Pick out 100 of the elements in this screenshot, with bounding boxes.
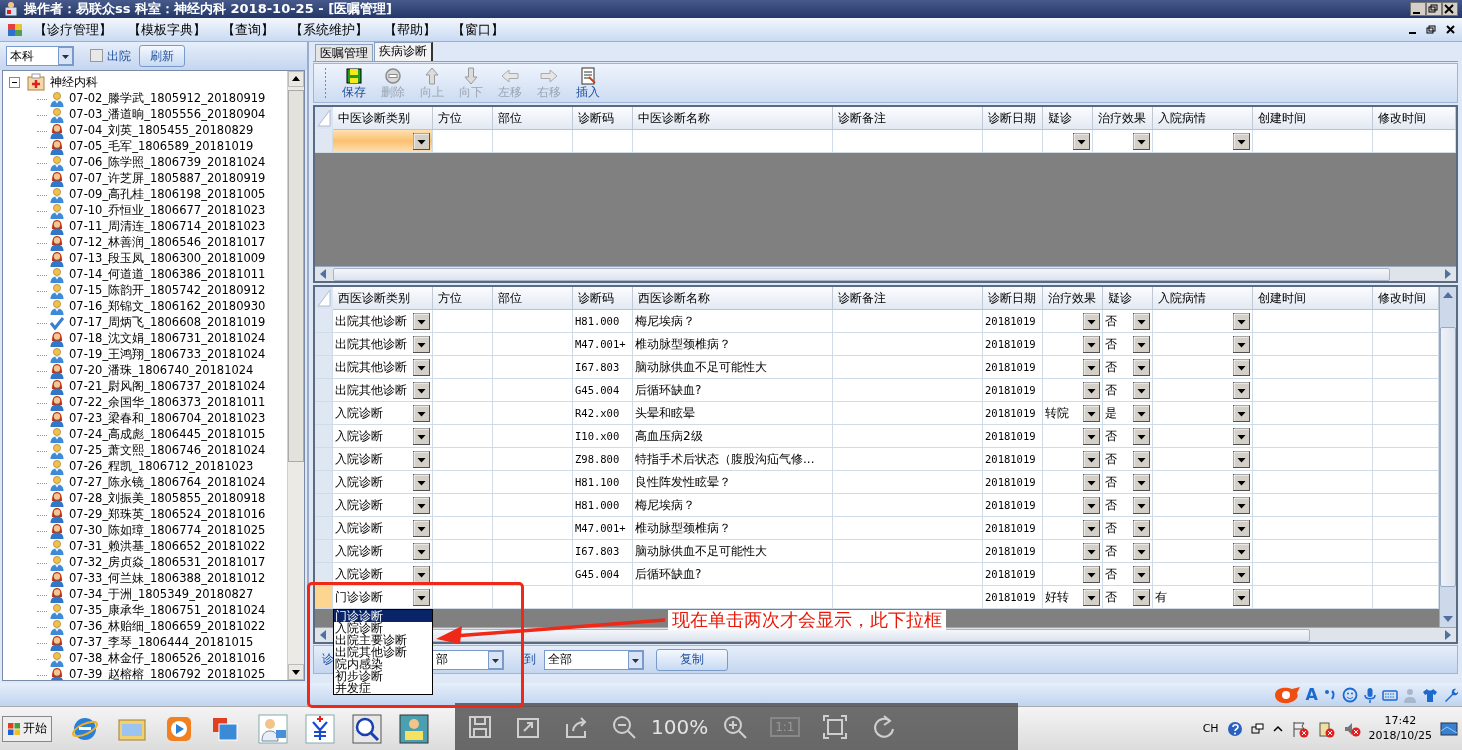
dropdown-button[interactable] bbox=[1083, 450, 1100, 468]
dropdown-button[interactable] bbox=[1073, 132, 1090, 150]
restore-icon[interactable] bbox=[1250, 721, 1265, 736]
dropdown-button[interactable] bbox=[1133, 519, 1150, 537]
tree-item[interactable]: 07-10_乔恒业_1806677_20181023 bbox=[69, 204, 266, 218]
dropdown-button[interactable] bbox=[1083, 404, 1100, 422]
row-header[interactable] bbox=[315, 563, 333, 586]
tree-item[interactable]: 07-05_毛军_1806589_20181019 bbox=[69, 140, 254, 154]
tree-item[interactable]: 07-02_滕学武_1805912_20180919 bbox=[69, 92, 266, 106]
restore-button[interactable] bbox=[1426, 2, 1442, 16]
dropdown-option[interactable]: 门诊诊断 bbox=[334, 610, 432, 622]
dropdown-button[interactable] bbox=[1233, 496, 1250, 514]
dropdown-option[interactable]: 出院主要诊断 bbox=[334, 634, 432, 646]
dropdown-button[interactable] bbox=[1083, 542, 1100, 560]
dropdown-button[interactable] bbox=[1083, 496, 1100, 514]
tree-item[interactable]: 07-38_林金仔_1806526_20181016 bbox=[69, 652, 266, 666]
share-icon[interactable] bbox=[563, 714, 589, 740]
dropdown-button[interactable] bbox=[1233, 427, 1250, 445]
dropdown-button[interactable] bbox=[1133, 381, 1150, 399]
dropdown-button[interactable] bbox=[1083, 519, 1100, 537]
dropdown-button[interactable] bbox=[1083, 335, 1100, 353]
dropdown-menu[interactable]: 门诊诊断 入院诊断 出院主要诊断 出院其他诊断 院内感染 初步诊断 并发症 bbox=[333, 609, 433, 695]
dropdown-button[interactable] bbox=[1083, 312, 1100, 330]
minimize-button[interactable] bbox=[1410, 2, 1426, 16]
checkbox[interactable] bbox=[90, 49, 103, 63]
tree-item[interactable]: 07-34_于洲_1805349_20180827 bbox=[69, 588, 254, 602]
tree-item[interactable]: 07-06_陈学照_1806739_20181024 bbox=[69, 156, 266, 170]
checkbox-label[interactable]: 出院 bbox=[107, 48, 131, 64]
dropdown-button[interactable] bbox=[413, 450, 430, 468]
currency-icon[interactable] bbox=[305, 713, 335, 744]
tree-item[interactable]: 07-36_林贻细_1806659_20181022 bbox=[69, 620, 266, 634]
dropdown-button[interactable] bbox=[1083, 473, 1100, 491]
start-button[interactable]: 开始 bbox=[2, 715, 52, 742]
tree-item[interactable]: 07-07_许芝屏_1805887_20180919 bbox=[69, 172, 266, 186]
dropdown-button[interactable] bbox=[1233, 450, 1250, 468]
smiley-icon[interactable] bbox=[1342, 686, 1358, 703]
dropdown-button[interactable] bbox=[1133, 404, 1150, 422]
tree-item[interactable]: 07-12_林善润_1806546_20181017 bbox=[69, 236, 266, 250]
flag-error-icon[interactable] bbox=[1290, 719, 1309, 738]
menu-item[interactable]: 【诊疗管理】 bbox=[34, 22, 112, 37]
menu-item[interactable]: 【窗口】 bbox=[452, 22, 504, 37]
tree-item[interactable]: 07-29_郑珠英_1806524_20181016 bbox=[69, 508, 266, 522]
tree-item[interactable]: 07-37_李琴_1806444_20181015 bbox=[69, 636, 254, 650]
tree-item[interactable]: 07-32_房贞焱_1806531_20181017 bbox=[69, 556, 266, 570]
id-card-icon[interactable] bbox=[399, 713, 429, 744]
dropdown-button[interactable] bbox=[1133, 565, 1150, 583]
tree-item[interactable]: 07-13_段玉凤_1806300_20181009 bbox=[69, 252, 266, 266]
tree-item[interactable]: 07-18_沈文娟_1806731_20181024 bbox=[69, 332, 266, 346]
dropdown-button[interactable] bbox=[1133, 335, 1150, 353]
dropdown-field[interactable] bbox=[333, 130, 433, 153]
magnifier-icon[interactable] bbox=[352, 713, 382, 744]
dropdown-button[interactable] bbox=[1233, 335, 1250, 353]
tree-item[interactable]: 07-25_萧文熙_1806746_20181024 bbox=[69, 444, 266, 458]
dropdown-button[interactable] bbox=[1083, 588, 1100, 606]
dropdown-button[interactable] bbox=[413, 588, 430, 606]
dropdown-button[interactable] bbox=[413, 404, 430, 422]
dropdown-button[interactable] bbox=[1133, 496, 1150, 514]
tree-item[interactable]: 07-16_郑锦文_1806162_20180930 bbox=[69, 300, 266, 314]
dropdown-button[interactable] bbox=[1083, 381, 1100, 399]
dropdown-option[interactable]: 院内感染 bbox=[334, 658, 432, 670]
help-icon[interactable] bbox=[1226, 720, 1243, 737]
close-button[interactable] bbox=[1442, 2, 1458, 16]
range-to-select[interactable]: 全部 bbox=[544, 649, 644, 670]
menu-item[interactable]: 【查询】 bbox=[222, 22, 274, 37]
dropdown-button[interactable] bbox=[1233, 565, 1250, 583]
tree-item[interactable]: 07-39_赵榕榕_1806792_20181025 bbox=[69, 668, 266, 680]
dropdown-button[interactable] bbox=[1083, 565, 1100, 583]
dropdown-option[interactable]: 初步诊断 bbox=[334, 670, 432, 682]
tree-item[interactable]: 07-14_何道道_1806386_20181011 bbox=[69, 268, 266, 282]
toolbar-button[interactable]: 保存 bbox=[335, 66, 372, 100]
collapse-toggle[interactable] bbox=[9, 76, 20, 88]
refresh-button[interactable]: 刷新 bbox=[139, 45, 185, 67]
dropdown-button[interactable] bbox=[1233, 473, 1250, 491]
tree-item[interactable]: 07-28_刘振美_1805855_20180918 bbox=[69, 492, 266, 506]
dropdown-button[interactable] bbox=[1133, 473, 1150, 491]
tree-item[interactable]: 07-11_周清连_1806714_20181023 bbox=[69, 220, 266, 234]
scrollbar-thumb[interactable] bbox=[333, 267, 1390, 281]
dropdown-button[interactable] bbox=[413, 496, 430, 514]
tab[interactable]: 医嘱管理 bbox=[315, 43, 373, 61]
zoom-out-icon[interactable] bbox=[611, 714, 637, 740]
tree-item[interactable]: 07-09_高孔桂_1806198_20181005 bbox=[69, 188, 266, 202]
dropdown-button[interactable] bbox=[1133, 450, 1150, 468]
dropdown-button[interactable] bbox=[1083, 427, 1100, 445]
dropdown-button[interactable] bbox=[413, 565, 430, 583]
dropdown-button[interactable] bbox=[413, 473, 430, 491]
tree-item[interactable]: 07-33_何兰妹_1806388_20181012 bbox=[69, 572, 266, 586]
dropdown-button[interactable] bbox=[413, 312, 430, 330]
menu-item[interactable]: 【系统维护】 bbox=[290, 22, 368, 37]
toolbar-button[interactable]: 插入 bbox=[569, 66, 606, 100]
doctor-icon[interactable] bbox=[258, 713, 288, 744]
tree-item[interactable]: 07-31_赖洪基_1806652_20181022 bbox=[69, 540, 266, 554]
tree-item[interactable]: 07-35_康承华_1806751_20181024 bbox=[69, 604, 266, 618]
save-icon[interactable] bbox=[467, 714, 493, 740]
tree-item[interactable]: 07-22_余国华_1806373_20181011 bbox=[69, 396, 266, 410]
tree-item[interactable]: 神经内科 bbox=[50, 74, 98, 90]
dropdown-button[interactable] bbox=[1133, 542, 1150, 560]
tree-item[interactable]: 07-30_陈如璋_1806774_20181025 bbox=[69, 524, 266, 538]
ime-mode-text[interactable]: A bbox=[1305, 684, 1318, 705]
scrollbar-thumb[interactable] bbox=[1440, 327, 1456, 587]
tree-item[interactable]: 07-26_程凯_1806712_20181023 bbox=[69, 460, 254, 474]
